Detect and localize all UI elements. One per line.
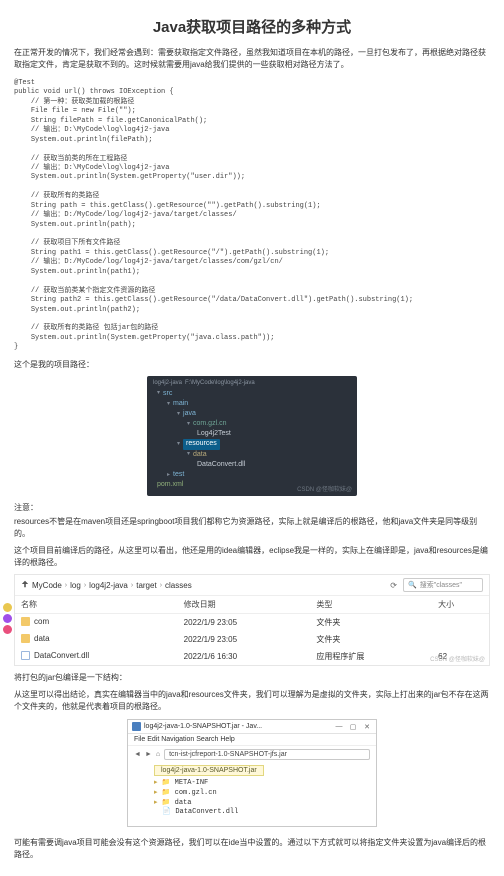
notice-text-2: 这个项目目前编译后的路径，从这里可以看出，他还是用的idea编辑器，eclips… — [14, 545, 490, 569]
col-name[interactable]: 名称 — [15, 596, 178, 614]
back-icon[interactable]: ◄ — [134, 751, 141, 758]
bookmark-icon — [3, 614, 12, 623]
ide-module-path: F:\MyCode\log\log4j2-java — [185, 380, 255, 386]
jar-item[interactable]: ▸ 📁 data — [154, 799, 370, 809]
jar-item[interactable]: ▸ 📁 META-INF — [154, 779, 370, 789]
chevron-down-icon: ▾ — [187, 450, 190, 459]
folder-icon — [21, 617, 30, 626]
refresh-icon[interactable]: ⟳ — [390, 581, 397, 590]
table-row[interactable]: DataConvert.dll 2022/1/6 16:30应用程序扩展62 — [15, 648, 489, 665]
crumb[interactable]: log4j2-java — [89, 581, 128, 590]
table-row[interactable]: com 2022/1/9 23:05文件夹 — [15, 614, 489, 632]
tree-file-dll[interactable]: DataConvert.dll — [197, 460, 245, 470]
up-arrow-icon[interactable] — [21, 580, 29, 590]
footer-text: 可能有需要调java项目可能会没有这个资源路径，我们可以在ide当中设置的。通过… — [14, 837, 490, 861]
close-button[interactable]: ✕ — [362, 723, 372, 731]
code-block: @Test public void url() throws IOExcepti… — [14, 79, 490, 353]
tree-file-pom[interactable]: pom.xml — [157, 480, 183, 490]
maximize-button[interactable]: ▢ — [348, 723, 358, 731]
watermark: CSDN @怪咖软妹@ — [297, 484, 352, 493]
crumb[interactable]: classes — [165, 581, 192, 590]
app-icon — [132, 722, 141, 731]
jar-window: log4j2-java-1.0-SNAPSHOT.jar - Jav... — … — [127, 719, 377, 827]
crumb[interactable]: target — [136, 581, 156, 590]
table-row[interactable]: data 2022/1/9 23:05文件夹 — [15, 631, 489, 648]
menu-bar[interactable]: File Edit Navigation Search Help — [128, 734, 376, 746]
jar-tab[interactable]: log4j2-java-1.0-SNAPSHOT.jar — [154, 765, 264, 776]
chevron-down-icon: ▾ — [167, 400, 170, 409]
file-explorer: MyCode› log› log4j2-java› target› classe… — [14, 574, 490, 666]
address-field[interactable]: tcn-ist-jcfreport-1.0-SNAPSHOT-jfs.jar — [164, 749, 370, 760]
col-size[interactable]: 大小 — [432, 596, 489, 614]
gutter-icons — [3, 603, 12, 634]
chevron-right-icon: ▸ — [167, 471, 170, 480]
search-input[interactable]: 🔍 搜索"classes" — [403, 578, 483, 592]
notice-label: 注意： — [14, 502, 490, 513]
caption-jar: 将打包的jar包编译是一下结构： — [14, 672, 490, 684]
dll-file-icon — [21, 651, 30, 660]
jar-item[interactable]: ▸ 📁 com.gzl.cn — [154, 789, 370, 799]
minimize-button[interactable]: — — [334, 723, 344, 731]
breadcrumb[interactable]: MyCode› log› log4j2-java› target› classe… — [21, 580, 192, 590]
chevron-down-icon: ▾ — [177, 410, 180, 419]
caption-conclusion: 从这里可以得出结论，真实在编辑器当中的java和resources文件夹，我们可… — [14, 689, 490, 713]
tree-folder-test[interactable]: test — [173, 470, 184, 480]
col-date[interactable]: 修改日期 — [178, 596, 311, 614]
tree-folder-src[interactable]: src — [163, 389, 172, 399]
intro-text: 在正常开发的情况下，我们经常会遇到：需要获取指定文件路径，虽然我知道项目在本机的… — [14, 47, 490, 71]
ide-screenshot: log4j2-java F:\MyCode\log\log4j2-java ▾s… — [147, 376, 357, 496]
chevron-down-icon: ▾ — [157, 389, 160, 398]
chevron-down-icon: ▾ — [187, 420, 190, 429]
crumb[interactable]: log — [70, 581, 81, 590]
col-type[interactable]: 类型 — [310, 596, 432, 614]
crumb[interactable]: MyCode — [32, 581, 62, 590]
tree-folder-data[interactable]: data — [193, 450, 207, 460]
bookmark-icon — [3, 603, 12, 612]
tree-package[interactable]: com.gzl.cn — [193, 419, 226, 429]
search-placeholder: 搜索"classes" — [420, 580, 462, 590]
window-title: log4j2-java-1.0-SNAPSHOT.jar - Jav... — [144, 723, 262, 730]
tree-class-file[interactable]: Log4j2Test — [197, 429, 231, 439]
caption-project-path: 这个是我的项目路径： — [14, 359, 490, 370]
bookmark-icon — [3, 625, 12, 634]
jar-item[interactable]: 📄 DataConvert.dll — [154, 808, 370, 818]
watermark: CSDN @怪咖软妹@ — [430, 654, 485, 663]
page-title: Java获取项目路径的多种方式 — [14, 16, 490, 37]
search-icon: 🔍 — [408, 581, 417, 589]
tree-folder-resources[interactable]: resources — [183, 439, 220, 449]
chevron-down-icon: ▾ — [177, 440, 180, 449]
tree-folder-java[interactable]: java — [183, 409, 196, 419]
notice-text-1: resources不管是在maven项目还是springboot项目我们都称它为… — [14, 516, 490, 540]
folder-icon — [21, 634, 30, 643]
ide-module-name: log4j2-java — [153, 380, 182, 386]
forward-icon[interactable]: ► — [145, 751, 152, 758]
home-icon[interactable]: ⌂ — [156, 751, 160, 758]
tree-folder-main[interactable]: main — [173, 399, 188, 409]
